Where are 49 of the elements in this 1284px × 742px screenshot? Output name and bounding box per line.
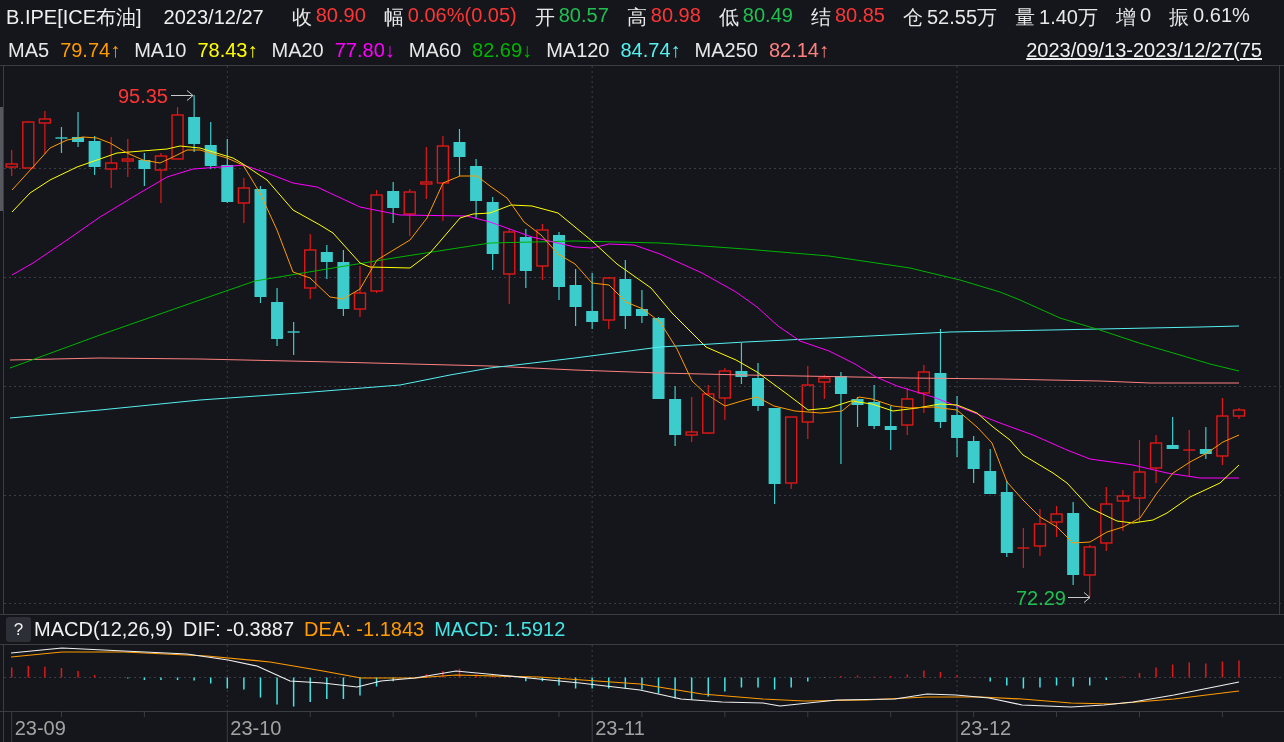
- quote-label: 增: [1116, 5, 1136, 30]
- quote-label: 结: [810, 5, 831, 30]
- axis-label: 23-10: [230, 717, 282, 739]
- indicator-readout: DEA: -1.1843: [304, 618, 425, 641]
- axis-label: 23-09: [14, 717, 66, 739]
- instrument-name: B.IPE[ICE布油]: [6, 5, 142, 30]
- quote-label: 幅: [383, 5, 404, 30]
- quote-value: 80.98: [650, 4, 701, 28]
- ma-label: MA10: [134, 38, 187, 62]
- ma-value: 78.43↑: [197, 38, 258, 62]
- quote-label: 开: [534, 5, 555, 30]
- quote-date: 2023/12/27: [163, 6, 264, 29]
- ma-value: 82.69↓: [472, 38, 533, 62]
- leader-arrow: [170, 90, 194, 101]
- ma-value: 79.74↑: [60, 38, 121, 62]
- ma-value: 82.14↑: [768, 38, 829, 62]
- quote-value: 0.06%(0.05): [407, 4, 517, 28]
- ma-value: 84.74↑: [620, 38, 681, 62]
- high-price-label: 95.35: [117, 85, 168, 107]
- ma-value: 77.80↓: [334, 38, 395, 62]
- indicator-readout: DIF: -0.3887: [182, 618, 295, 641]
- quote-value: 80.90: [315, 4, 366, 28]
- ma-label: MA60: [408, 38, 462, 62]
- quote-label: 高: [626, 5, 647, 30]
- ma-label: MA250: [694, 38, 758, 62]
- quote-value: 1.40万: [1039, 5, 1098, 30]
- indicator-readout: MACD: 1.5912: [434, 618, 566, 641]
- quote-label: 低: [718, 5, 739, 30]
- help-button[interactable]: ?: [6, 617, 31, 642]
- leader-arrow: [1067, 592, 1091, 603]
- quote-value: 52.55万: [927, 5, 998, 30]
- quote-value: 80.49: [742, 4, 793, 28]
- quote-value: 80.57: [558, 4, 609, 28]
- quote-label: 振: [1169, 5, 1190, 30]
- axis-label: 23-12: [960, 717, 1012, 739]
- date-range-link[interactable]: 2023/09/13-2023/12/27(75: [1026, 38, 1284, 62]
- quote-label: 量: [1015, 5, 1036, 30]
- ma-label: MA120: [546, 38, 610, 62]
- quote-value: 80.85: [834, 4, 885, 28]
- scroll-thumb[interactable]: [0, 107, 3, 211]
- ma-label: MA20: [271, 38, 324, 62]
- indicator-readout: MACD(12,26,9): [34, 618, 173, 641]
- quote-label: 仓: [903, 5, 923, 30]
- low-price-label: 72.29: [1015, 587, 1066, 609]
- quote-value: 0.61%: [1193, 4, 1250, 28]
- quote-label: 收: [291, 5, 312, 30]
- axis-label: 23-11: [595, 717, 645, 739]
- ma-label: MA5: [8, 38, 50, 62]
- quote-value: 0: [1140, 4, 1152, 28]
